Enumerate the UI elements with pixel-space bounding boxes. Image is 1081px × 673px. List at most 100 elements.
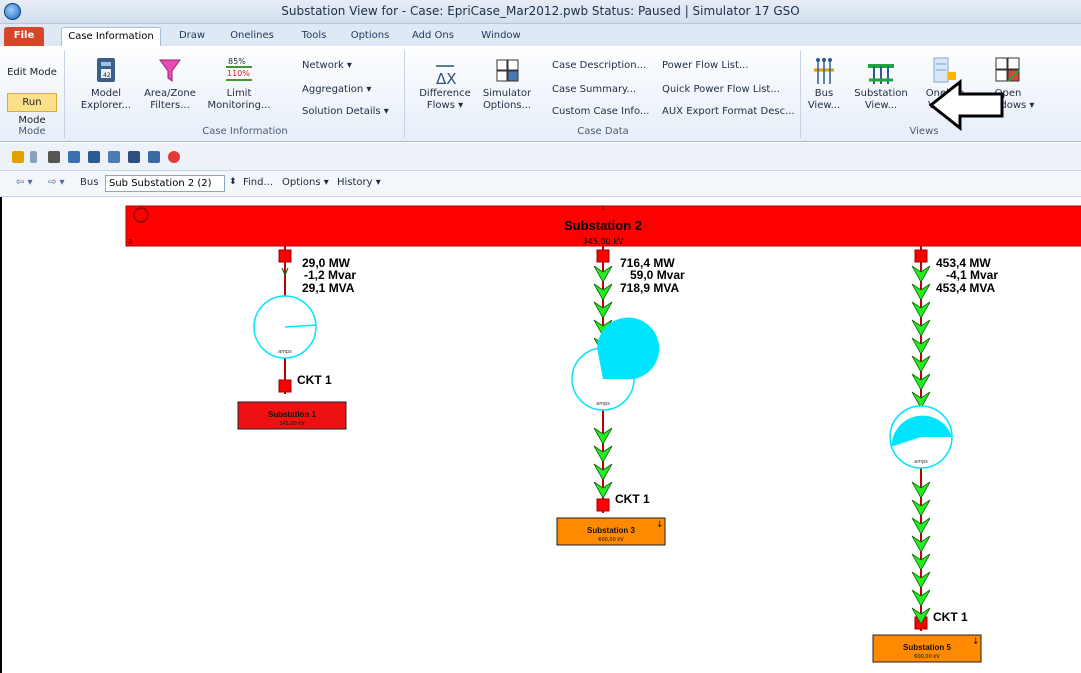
destination-bus-kv: 600,00 kV (914, 654, 940, 660)
bus-view-label-1: Bus (814, 88, 834, 99)
edit-mode-button[interactable]: Edit Mode (7, 64, 57, 83)
bus-view-label-2: View... (807, 100, 841, 111)
flow-mvar-label: 59,0 Mvar (630, 268, 685, 282)
case-data-group-label: Case Data (577, 126, 629, 137)
grid-icon[interactable] (88, 151, 100, 163)
area-zone-label-2: Filters... (150, 100, 190, 111)
limit-monitoring-icon: 85% 110% (206, 56, 272, 88)
simulator-options-button[interactable]: Simulator Options... (480, 56, 534, 112)
spin-icon[interactable]: ⬍ (229, 177, 237, 187)
ribbon-tabs: File Case Information Draw Onelines Tool… (0, 24, 1081, 46)
area-zone-filters-button[interactable]: Area/Zone Filters... (140, 56, 200, 112)
back-icon[interactable]: ⇦ ▾ (16, 177, 33, 188)
loading-pie-unit: amps (596, 401, 610, 407)
aggregation-menu[interactable]: Aggregation ▾ (302, 84, 371, 95)
forward-icon[interactable]: ⇨ ▾ (48, 177, 65, 188)
main-bus-num-left: 3 (128, 238, 132, 246)
tab-tools[interactable]: Tools (294, 27, 334, 46)
options-menu[interactable]: Options ▾ (282, 177, 329, 188)
destination-bus-kv: 600,00 kV (598, 537, 624, 543)
bus-view-icon (814, 58, 834, 84)
difference-flows-button[interactable]: ΔX Difference Flows ▾ (414, 56, 476, 112)
case-description-button[interactable]: Case Description... (552, 60, 646, 71)
breaker-box (278, 249, 292, 263)
run-mode-button[interactable]: Run Mode (7, 93, 57, 126)
ribbon-separator (64, 50, 65, 138)
tab-draw[interactable]: Draw (172, 27, 212, 46)
bus-selector-input[interactable] (105, 175, 225, 192)
title-bar: Substation View for - Case: EpriCase_Mar… (0, 0, 1081, 24)
main-bus-number: 1 (601, 205, 605, 212)
case-summary-button[interactable]: Case Summary... (552, 84, 636, 95)
destination-bus-name: Substation 1 (268, 410, 317, 419)
power-flow-list-button[interactable]: Power Flow List... (662, 60, 748, 71)
tab-file[interactable]: File (4, 27, 44, 46)
destination-bus-name: Substation 3 (587, 526, 636, 535)
flow-mvar-label: -4,1 Mvar (946, 268, 998, 282)
solution-details-menu[interactable]: Solution Details ▾ (302, 106, 389, 117)
main-bus-kv: 345,00 kV (583, 237, 624, 246)
find-button[interactable]: Find... (243, 177, 273, 188)
flow-mva-label: 29,1 MVA (302, 281, 355, 295)
tab-window[interactable]: Window (474, 27, 528, 46)
ribbon-separator (800, 50, 801, 138)
flow-mva-label: 453,4 MVA (936, 281, 995, 295)
app-window: Substation View for - Case: EpriCase_Mar… (0, 0, 1081, 673)
views-group-label: Views (909, 126, 939, 137)
case-information-group-label: Case Information (202, 126, 288, 137)
circuit-label: CKT 1 (297, 373, 332, 387)
simulator-label-2: Options... (482, 100, 532, 111)
substation-view-button[interactable]: Substation View... (850, 54, 912, 112)
annotation-arrow-icon (928, 78, 1004, 132)
quick-power-flow-list-button[interactable]: Quick Power Flow List... (662, 84, 780, 95)
calc-icon[interactable] (148, 151, 160, 163)
bus-view-button[interactable]: Bus View... (804, 54, 844, 112)
tab-add-ons[interactable]: Add Ons (408, 27, 458, 46)
simulator-label-1: Simulator (482, 88, 532, 99)
tab-onelines[interactable]: Onelines (222, 27, 282, 46)
table-icon[interactable] (108, 151, 120, 163)
network-menu[interactable]: Network ▾ (302, 60, 352, 71)
model-explorer-button[interactable]: 42 Model Explorer... (80, 56, 132, 112)
limit-monitoring-button[interactable]: 85% 110% Limit Monitoring... (206, 56, 272, 112)
save-icon[interactable] (128, 151, 140, 163)
load-symbol-icon: ↓ (972, 637, 980, 647)
loading-pie-unit: amps (914, 459, 928, 465)
breaker-box (596, 498, 610, 512)
navigation-bar: ⇦ ▾ ⇨ ▾ Bus ⬍ Find... Options ▾ History … (0, 171, 1081, 197)
quick-access-toolbar (0, 143, 1081, 171)
main-bus-name: Substation 2 (564, 218, 642, 233)
difference-label-2: Flows ▾ (426, 100, 464, 111)
load-symbol-icon: ↓ (656, 520, 664, 530)
window-title: Substation View for - Case: EpriCase_Mar… (281, 4, 800, 18)
model-explorer-label-2: Explorer... (80, 100, 132, 111)
oneline-canvas[interactable]: Substation 2 1 345,00 kV 3 amps 29,0 MW -1,2 M… (0, 197, 1081, 673)
destination-bus-name: Substation 5 (903, 643, 952, 652)
destination-bus-kv: 345,00 kV (279, 421, 305, 427)
abort-icon[interactable] (168, 151, 180, 163)
mode-group-label: Mode (18, 126, 46, 137)
tab-options[interactable]: Options (345, 27, 395, 46)
difference-label-1: Difference (419, 88, 471, 99)
area-zone-label-1: Area/Zone (144, 88, 196, 99)
loading-pie-unit: amps (278, 349, 292, 355)
substation-view-icon (868, 64, 894, 84)
aux-export-button[interactable]: AUX Export Format Desc... (662, 106, 795, 117)
ribbon: Edit Mode Run Mode Mode 42 Model Explore… (0, 46, 1081, 142)
svg-text:42: 42 (103, 72, 111, 79)
substation-diagram: Substation 21345,00 kV3amps29,0 MW-1,2 M… (125, 205, 1081, 663)
history-menu[interactable]: History ▾ (337, 177, 381, 188)
breaker-box (914, 249, 928, 263)
substation-view-label-1: Substation (854, 88, 908, 99)
breaker-box (278, 379, 292, 393)
substation-view-label-2: View... (864, 100, 898, 111)
new-case-icon[interactable] (12, 151, 24, 163)
limit-line-2 (226, 79, 252, 81)
svg-text:ΔX: ΔX (436, 70, 457, 88)
dropdown-icon[interactable] (30, 151, 37, 163)
chart-icon[interactable] (68, 151, 80, 163)
simulator-options-icon (496, 59, 519, 82)
plug-icon[interactable] (48, 151, 60, 163)
tab-case-information[interactable]: Case Information (61, 27, 161, 46)
custom-case-info-button[interactable]: Custom Case Info... (552, 106, 649, 117)
